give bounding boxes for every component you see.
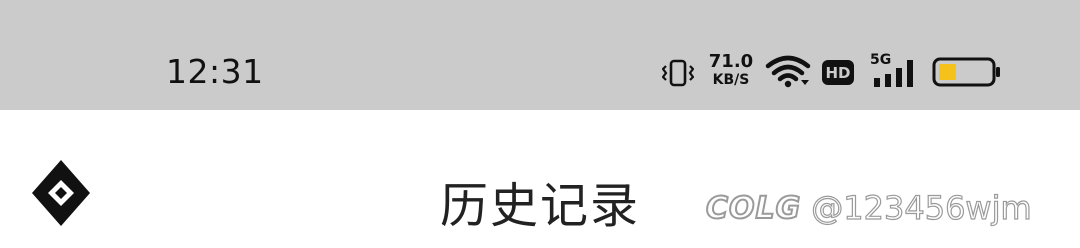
hd-badge: HD (822, 60, 854, 85)
network-speed: 71.0 KB/S (706, 51, 756, 89)
status-bar: 12:31 71.0 KB/S HD 5G (0, 0, 1080, 110)
app-bar: 历史记录 COLG @123456wjm (0, 110, 1080, 248)
signal-icon (874, 60, 913, 87)
status-time: 12:31 (166, 52, 264, 91)
network-speed-unit: KB/S (712, 72, 750, 88)
watermark-logo: COLG (705, 190, 802, 227)
watermark: COLG @123456wjm (705, 186, 1033, 230)
network-speed-value: 71.0 (708, 51, 754, 72)
wifi-icon (765, 55, 811, 88)
vibrate-icon (662, 59, 694, 87)
watermark-handle: @123456wjm (811, 188, 1033, 227)
battery-icon (932, 57, 1000, 87)
